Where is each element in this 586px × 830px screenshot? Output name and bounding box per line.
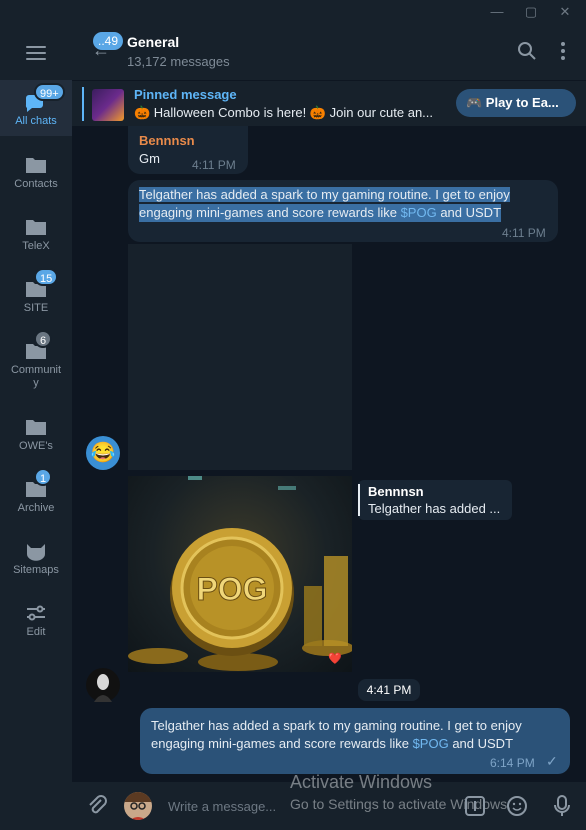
sidebar-item-label: All chats — [15, 115, 57, 127]
heart-reaction[interactable]: ❤️ — [328, 652, 342, 665]
hamburger-menu-icon[interactable] — [26, 46, 46, 64]
folder-icon — [22, 414, 50, 440]
message-sender[interactable]: Bennnsn — [139, 132, 195, 150]
attach-paperclip-icon[interactable] — [86, 794, 108, 823]
message-text-first-char: T — [139, 187, 146, 202]
message-text: Telgather has added a spark to my gaming… — [151, 718, 522, 733]
message-text: elgather has added a spark to my gaming … — [145, 187, 510, 202]
chat-title[interactable]: General — [127, 34, 179, 50]
read-check-icon: ✓ — [546, 753, 558, 769]
message-text: engaging mini-games and score rewards li… — [151, 736, 413, 751]
message-text: Gm — [139, 151, 160, 166]
pog-coin-image[interactable]: POG ❤️ — [128, 476, 352, 672]
reply-indicator — [358, 484, 360, 516]
window-title-bar: — ▢ ✕ — [0, 0, 586, 24]
sidebar-item-label: SITE — [23, 302, 49, 314]
sidebar: 99+ All chats Contacts TeleX 15 SITE 6 C… — [0, 24, 72, 830]
sidebar-item-label: TeleX — [22, 240, 50, 252]
sidebar-item-label: Communit — [10, 364, 62, 376]
maximize-icon[interactable]: ▢ — [514, 0, 548, 24]
sidebar-item-community[interactable]: 6 Communit y — [0, 330, 72, 390]
outgoing-message-bubble[interactable]: Telgather has added a spark to my gaming… — [140, 708, 570, 774]
minimize-icon[interactable]: — — [480, 0, 514, 24]
folder-icon — [22, 214, 50, 240]
message-link[interactable]: $POG — [413, 736, 449, 751]
microphone-icon[interactable] — [552, 794, 572, 823]
folder-icon — [22, 152, 50, 178]
close-icon[interactable]: ✕ — [548, 0, 582, 24]
message-input[interactable]: Write a message... — [168, 799, 276, 814]
message-time: 4:11 PM — [502, 226, 546, 240]
sidebar-item-telex[interactable]: TeleX — [0, 214, 72, 253]
back-unread-badge: ..49 — [93, 32, 124, 50]
image-loading-placeholder — [128, 244, 352, 470]
pinned-indicator — [82, 87, 84, 121]
unread-badge: 99+ — [34, 83, 65, 101]
message-composer: Write a message... Activate Windows Go t… — [72, 772, 586, 830]
user-avatar[interactable]: 😂 — [86, 436, 120, 470]
coin-label: POG — [196, 571, 267, 607]
reply-text: Telgather has added ... — [368, 501, 501, 516]
message-text: engaging mini-games and score rewards li… — [139, 205, 401, 220]
cat-icon — [22, 538, 50, 564]
sidebar-item-all-chats[interactable]: 99+ All chats — [0, 80, 72, 136]
message-time: 4:11 PM — [192, 158, 236, 172]
sidebar-item-site[interactable]: 15 SITE — [0, 268, 72, 315]
message-time: 6:14 PM — [490, 756, 535, 770]
send-as-avatar[interactable] — [124, 792, 152, 820]
message-list[interactable]: Bennnsn Gm 4:11 PM Telgather has added a… — [72, 126, 586, 782]
sidebar-item-sitemaps[interactable]: Sitemaps — [0, 538, 72, 577]
pinned-text: 🎃 Halloween Combo is here! 🎃 Join our cu… — [134, 105, 434, 120]
more-options-icon[interactable] — [552, 40, 574, 62]
sidebar-item-archive[interactable]: 1 Archive — [0, 468, 72, 515]
sidebar-item-label: Archive — [17, 502, 55, 514]
sidebar-item-label-wrap: y — [33, 377, 39, 389]
folder-icon: 15 — [22, 268, 59, 302]
bot-commands-icon[interactable] — [464, 795, 486, 822]
sliders-icon — [22, 600, 50, 626]
chat-subtitle: 13,172 messages — [127, 54, 230, 69]
message-time: 4:41 PM — [358, 679, 420, 701]
sidebar-item-label: OWE's — [19, 440, 53, 452]
chat-bubbles-icon: 99+ — [22, 83, 65, 115]
emoji-icon[interactable] — [506, 795, 528, 822]
message-bubble[interactable]: Telgather has added a spark to my gaming… — [128, 180, 558, 242]
chat-header: ← ..49 General 13,172 messages — [72, 24, 586, 80]
play-to-earn-button[interactable]: 🎮 Play to Ea... — [456, 89, 576, 117]
message-bubble[interactable]: Bennnsn Gm 4:11 PM — [128, 126, 248, 174]
folder-icon: 6 — [22, 330, 53, 364]
activate-windows-title: Activate Windows — [290, 772, 433, 792]
unread-badge: 6 — [34, 330, 53, 348]
folder-icon: 1 — [22, 468, 53, 502]
unread-badge: 1 — [34, 468, 53, 486]
sidebar-item-label: Edit — [26, 626, 46, 638]
sidebar-item-label: Contacts — [14, 178, 58, 190]
sidebar-item-owes[interactable]: OWE's — [0, 414, 72, 453]
message-text: and USDT — [436, 205, 502, 220]
search-icon[interactable] — [516, 40, 538, 62]
sidebar-item-edit[interactable]: Edit — [0, 600, 72, 639]
sidebar-item-label: Sitemaps — [13, 564, 59, 576]
reply-preview[interactable]: Bennnsn Telgather has added ... — [358, 480, 512, 520]
pinned-message-bar[interactable]: Pinned message 🎃 Halloween Combo is here… — [72, 80, 586, 126]
pinned-title: Pinned message — [134, 87, 237, 102]
unread-badge: 15 — [34, 268, 59, 286]
message-link[interactable]: $POG — [401, 205, 437, 220]
message-text: and USDT — [448, 736, 514, 751]
reply-sender: Bennnsn — [368, 484, 424, 499]
pinned-thumbnail — [92, 89, 124, 121]
sidebar-item-contacts[interactable]: Contacts — [0, 152, 72, 191]
user-avatar[interactable] — [86, 668, 120, 702]
